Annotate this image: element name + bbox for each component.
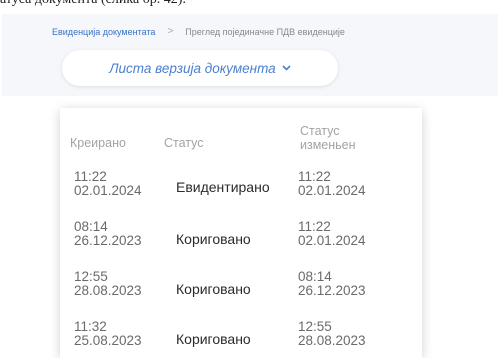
document-versions-dropdown-button[interactable]: Листа верзија документа bbox=[62, 50, 338, 86]
status-changed-time: 11:22 bbox=[298, 169, 331, 184]
status-changed-date: 02.01.2024 bbox=[298, 233, 366, 248]
created-date: 28.08.2023 bbox=[74, 283, 142, 298]
breadcrumb-item-document-records[interactable]: Евиденција документата bbox=[52, 27, 155, 37]
column-header-status: Статус bbox=[164, 136, 204, 150]
column-header-status-changed: Статус изменьен bbox=[300, 124, 356, 152]
created-date: 26.12.2023 bbox=[74, 233, 142, 248]
breadcrumb-separator: > bbox=[167, 26, 174, 37]
created-time: 08:14 bbox=[74, 219, 108, 234]
version-row[interactable]: 11:22 02.01.2024 Евидентирано 11:22 02.0… bbox=[60, 166, 422, 216]
version-row[interactable]: 11:32 25.08.2023 Кориговано 12:55 28.08.… bbox=[60, 316, 422, 358]
created-date: 25.08.2023 bbox=[74, 333, 142, 348]
breadcrumb-item-vat-record-overview: Преглед појединачне ПДВ евиденције bbox=[185, 26, 345, 37]
version-row[interactable]: 08:14 26.12.2023 Кориговано 11:22 02.01.… bbox=[60, 216, 422, 266]
version-row[interactable]: 12:55 28.08.2023 Кориговано 08:14 26.12.… bbox=[60, 266, 422, 316]
document-caption-fragment: атуса документа (слика бр. 42). bbox=[0, 0, 186, 8]
created-date: 02.01.2024 bbox=[74, 183, 142, 198]
created-time: 12:55 bbox=[74, 269, 108, 284]
document-versions-button-label: Листа верзија документа bbox=[109, 60, 276, 76]
status-changed-time: 12:55 bbox=[298, 319, 332, 334]
version-status: Кориговано bbox=[176, 281, 251, 297]
status-changed-date: 26.12.2023 bbox=[298, 283, 366, 298]
status-changed-date: 02.01.2024 bbox=[298, 183, 366, 198]
version-status: Кориговано bbox=[176, 231, 251, 247]
breadcrumb: Евиденција документата > Преглед поједин… bbox=[52, 26, 345, 37]
created-time: 11:22 bbox=[74, 169, 107, 184]
chevron-down-icon bbox=[282, 63, 291, 74]
status-changed-date: 28.08.2023 bbox=[298, 333, 366, 348]
document-versions-list: Креирано Статус Статус изменьен 11:22 02… bbox=[60, 108, 422, 358]
status-changed-time: 11:22 bbox=[298, 219, 331, 234]
status-changed-time: 08:14 bbox=[298, 269, 332, 284]
version-status: Кориговано bbox=[176, 331, 251, 347]
column-header-created: Креирано bbox=[70, 136, 126, 150]
version-status: Евидентирано bbox=[176, 179, 270, 195]
created-time: 11:32 bbox=[74, 319, 107, 334]
